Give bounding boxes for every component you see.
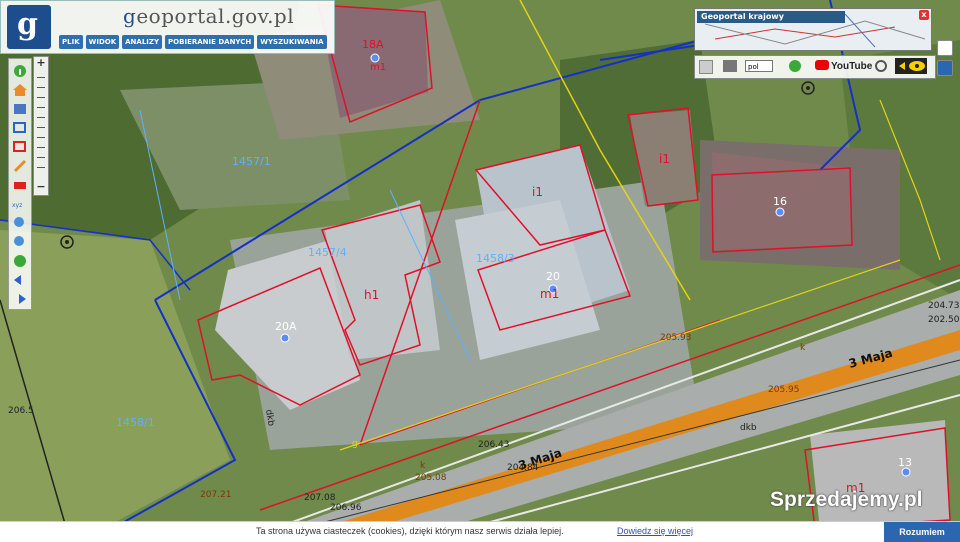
side-button-icon[interactable]	[937, 40, 953, 56]
overview-map[interactable]: Geoportal krajowy x	[694, 8, 932, 51]
cookie-message: Ta strona używa ciasteczek (cookies), dz…	[256, 526, 564, 536]
home-icon[interactable]	[12, 82, 28, 96]
building-number: 13	[898, 456, 912, 469]
language-select[interactable]: pol	[745, 60, 773, 72]
site-title-prefix: g	[123, 4, 137, 28]
site-title-rest: eoportal.gov.pl	[136, 4, 295, 28]
main-menu: PLIK WIDOK ANALIZY POBIERANIE DANYCH WYS…	[59, 35, 327, 49]
logo-letter: g	[17, 7, 38, 42]
zoom-out-icon[interactable]	[12, 234, 28, 248]
arrow-left-icon[interactable]	[12, 272, 28, 286]
right-toolbar: pol YouTube	[694, 55, 936, 79]
utility-label: g	[352, 439, 358, 449]
help-icon[interactable]	[699, 60, 713, 74]
utility-label: dkb	[740, 423, 757, 433]
elevation-label: 205.95	[768, 385, 800, 395]
close-icon[interactable]: x	[919, 10, 929, 20]
cookie-bar: Ta strona używa ciasteczek (cookies), dz…	[0, 521, 960, 542]
building-number: 18A	[362, 38, 384, 51]
printer-icon[interactable]	[723, 60, 737, 72]
settings-icon[interactable]	[875, 60, 887, 72]
svg-text:xyz: xyz	[12, 202, 22, 209]
question-icon[interactable]	[789, 60, 801, 72]
parcel-label: 1458/3	[476, 252, 515, 265]
menu-widok[interactable]: WIDOK	[85, 35, 120, 49]
app-header: g geoportal.gov.pl PLIK WIDOK ANALIZY PO…	[0, 0, 335, 54]
building-code: h1	[364, 288, 379, 302]
building-number: 20	[546, 270, 560, 283]
zoom-minus-button[interactable]: −	[34, 181, 48, 193]
left-toolbar: xyz	[8, 58, 32, 310]
elevation-label: 206.96	[330, 503, 362, 513]
elevation-label: 202.50	[928, 315, 960, 325]
elevation-label: 206.43	[478, 440, 510, 450]
select-icon[interactable]	[12, 120, 28, 134]
building-number: 20A	[275, 320, 297, 333]
elevation-label: 206.5	[8, 406, 34, 416]
utility-label: k	[420, 461, 426, 471]
geoportal-logo[interactable]: g	[7, 5, 51, 49]
menu-pobieranie-danych[interactable]: POBIERANIE DANYCH	[165, 35, 255, 49]
cookie-accept-button[interactable]: Rozumiem	[884, 522, 960, 542]
elevation-label: 207.08	[304, 493, 336, 503]
overview-title: Geoportal krajowy	[697, 11, 845, 23]
building-code: i1	[659, 152, 670, 166]
youtube-icon	[815, 60, 829, 70]
youtube-label: YouTube	[831, 61, 873, 72]
side-buttons	[937, 40, 953, 76]
parcel-label: 1457/1	[232, 155, 271, 168]
utility-label: k	[800, 343, 806, 353]
elevation-label: 207.21	[200, 490, 232, 500]
watermark: Sprzedajemy.pl	[770, 488, 923, 511]
menu-wyszukiwania[interactable]: WYSZUKIWANIA	[257, 35, 327, 49]
building-code: m1	[540, 287, 559, 301]
elevation-label: 205.08	[415, 473, 447, 483]
map-canvas[interactable]: 1457/1 1457/4 1458/3 1458/1 18A 20A 20 1…	[0, 0, 960, 541]
globe-icon[interactable]	[12, 253, 28, 267]
zoom-plus-button[interactable]: +	[34, 57, 48, 69]
building-number: 16	[773, 195, 787, 208]
elevation-label: 204.73	[928, 301, 960, 311]
clear-icon[interactable]	[12, 139, 28, 153]
print-icon[interactable]	[12, 177, 28, 191]
building-code: m1	[370, 62, 386, 73]
measure-icon[interactable]: xyz	[12, 196, 28, 210]
elevation-label: 204.84	[507, 463, 539, 473]
menu-analizy[interactable]: ANALIZY	[122, 35, 163, 49]
site-title: geoportal.gov.pl	[123, 4, 294, 28]
zoom-in-icon[interactable]	[12, 215, 28, 229]
arrow-right-icon[interactable]	[12, 291, 28, 305]
menu-plik[interactable]: PLIK	[59, 35, 83, 49]
info-icon[interactable]	[12, 63, 28, 77]
youtube-link[interactable]: YouTube	[815, 60, 872, 72]
cookie-more-link[interactable]: Dowiedz się więcej	[617, 526, 693, 536]
eye-icon[interactable]	[937, 60, 953, 76]
pencil-icon[interactable]	[12, 158, 28, 173]
accessibility-icon[interactable]	[895, 58, 927, 74]
zoom-slider[interactable]: + −	[33, 56, 49, 196]
parcel-label: 1458/1	[116, 416, 155, 429]
elevation-label: 205.93	[660, 333, 692, 343]
building-code: i1	[532, 185, 543, 199]
layers-icon[interactable]	[12, 101, 28, 115]
parcel-label: 1457/4	[308, 246, 347, 259]
